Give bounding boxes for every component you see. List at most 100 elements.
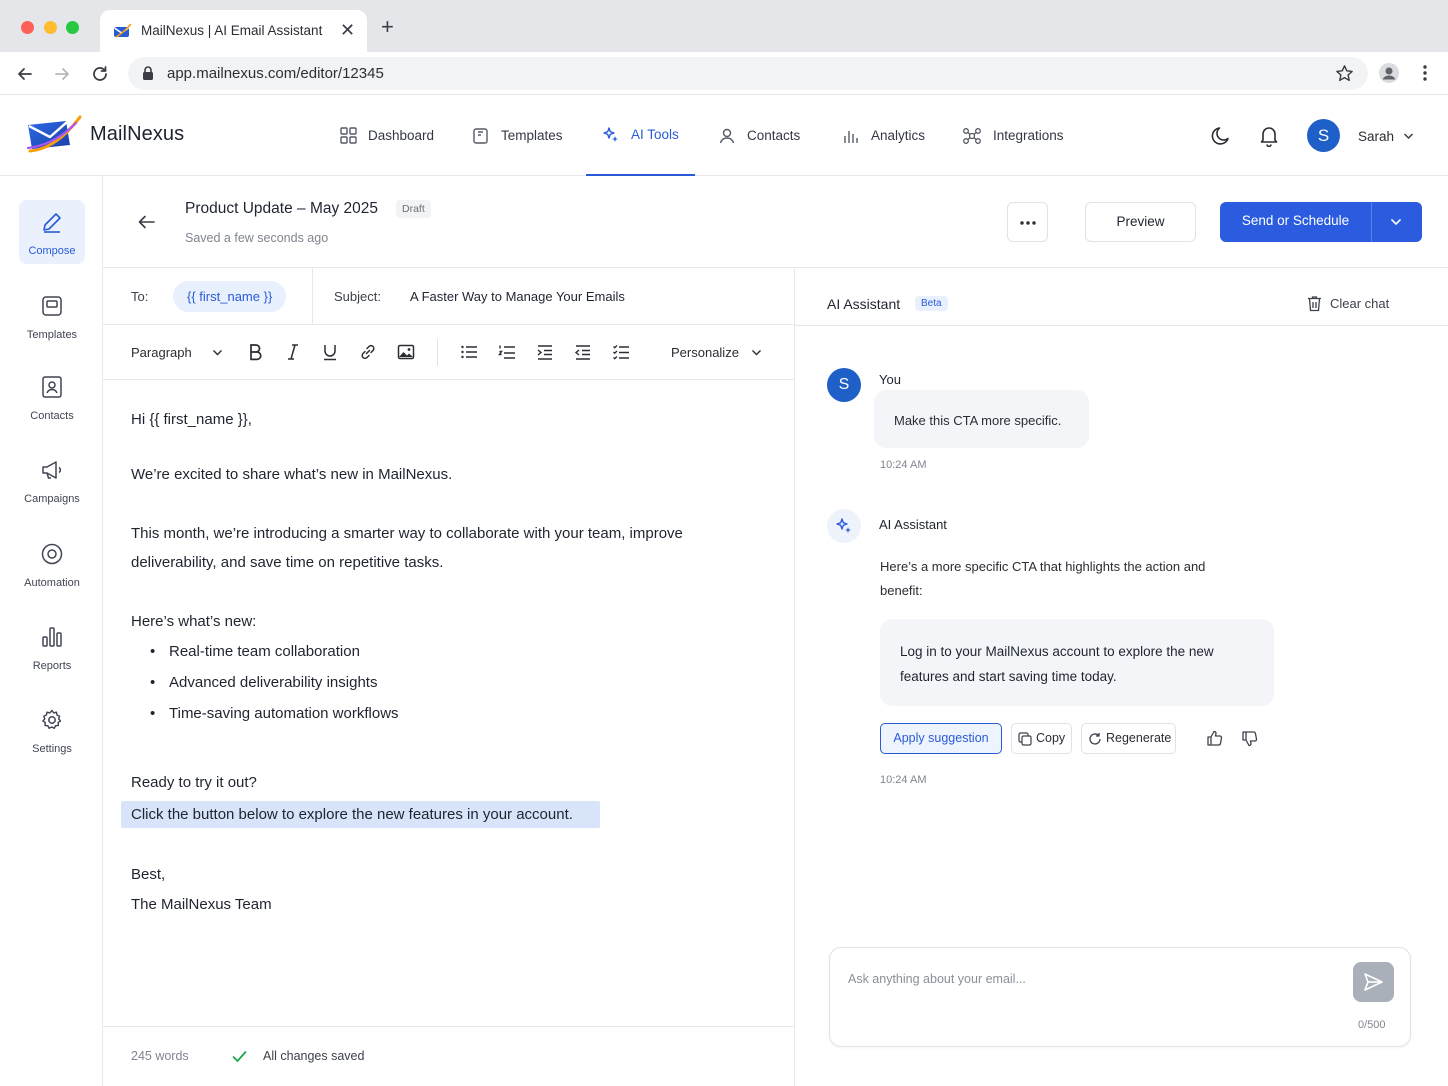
suggestion-card: Log in to your MailNexus account to expl… [880, 619, 1274, 706]
nav-integrations[interactable]: Integrations [962, 95, 1064, 176]
chevron-down-icon[interactable] [1403, 132, 1414, 140]
more-options-button[interactable] [1007, 202, 1048, 242]
list-item: Real-time team collaboration [150, 643, 360, 660]
list-item: Time-saving automation workflows [150, 705, 398, 722]
message-author: You [879, 372, 901, 387]
address-bar[interactable]: app.mailnexus.com/editor/12345 [128, 57, 1368, 90]
reload-icon[interactable] [90, 64, 110, 84]
sidebar-item-automation[interactable]: Automation [19, 532, 85, 596]
browser-menu-icon[interactable] [1417, 64, 1433, 82]
profile-icon[interactable] [1378, 62, 1400, 84]
send-or-schedule-button[interactable]: Send or Schedule [1220, 202, 1422, 242]
divider [795, 325, 1448, 326]
regenerate-button[interactable]: Regenerate [1081, 723, 1176, 754]
refresh-icon [1088, 732, 1102, 746]
back-arrow-icon[interactable] [15, 64, 35, 84]
clear-chat-button[interactable]: Clear chat [1330, 296, 1389, 311]
outdent-icon[interactable] [574, 343, 592, 361]
user-avatar: S [827, 368, 861, 402]
nav-label: Templates [501, 128, 563, 143]
chevron-down-icon[interactable] [751, 349, 762, 357]
browser-toolbar: app.mailnexus.com/editor/12345 [0, 52, 1448, 95]
preview-button[interactable]: Preview [1085, 202, 1196, 242]
brand-name: MailNexus [90, 123, 185, 145]
back-arrow-icon[interactable] [137, 213, 157, 231]
underline-icon[interactable] [322, 343, 338, 361]
user-message-bubble: Make this CTA more specific. [874, 390, 1089, 448]
nav-dashboard[interactable]: Dashboard [340, 95, 434, 176]
saved-status: Saved a few seconds ago [185, 231, 329, 245]
user-name[interactable]: Sarah [1358, 129, 1394, 144]
nav-contacts[interactable]: Contacts [718, 95, 800, 176]
url-text: app.mailnexus.com/editor/12345 [167, 65, 384, 82]
bold-icon[interactable] [247, 343, 263, 361]
sidebar-item-compose[interactable]: Compose [19, 200, 85, 264]
nav-ai-tools[interactable]: AI Tools [586, 95, 695, 176]
sidebar-item-templates[interactable]: Templates [19, 284, 85, 348]
copy-label: Copy [1036, 731, 1066, 745]
editor-footer: 245 words All changes saved [103, 1026, 794, 1086]
to-label: To: [131, 289, 149, 304]
apply-suggestion-button[interactable]: Apply suggestion [880, 723, 1002, 754]
bookmark-star-icon[interactable] [1335, 64, 1354, 83]
body-signature: The MailNexus Team [131, 896, 272, 913]
sidebar-item-contacts[interactable]: Contacts [19, 365, 85, 429]
selected-cta-text: Click the button below to explore the ne… [131, 806, 573, 823]
nav-label: Contacts [747, 128, 801, 143]
bullet-list-icon[interactable] [460, 343, 478, 361]
dark-mode-moon-icon[interactable] [1210, 125, 1232, 147]
sidebar-item-settings[interactable]: Settings [19, 698, 85, 762]
notification-bell-icon[interactable] [1258, 124, 1280, 147]
sidebar-item-label: Campaigns [24, 493, 80, 505]
thumbs-up-icon[interactable] [1206, 730, 1223, 747]
megaphone-icon [40, 458, 64, 482]
link-icon[interactable] [359, 343, 377, 361]
nav-analytics[interactable]: Analytics [842, 95, 925, 176]
body-paragraph: This month, we’re introducing a smarter … [131, 525, 683, 542]
new-tab-icon[interactable]: + [381, 16, 394, 38]
italic-icon[interactable] [285, 343, 301, 361]
ask-ai-input[interactable] [848, 972, 1328, 986]
toolbar-divider [437, 339, 438, 366]
image-icon[interactable] [397, 343, 415, 361]
user-avatar[interactable]: S [1307, 119, 1340, 152]
checklist-icon[interactable] [612, 343, 630, 361]
sidebar-item-label: Reports [32, 660, 72, 672]
personalize-dropdown[interactable]: Personalize [671, 345, 739, 360]
copy-button[interactable]: Copy [1011, 723, 1072, 754]
subject-input[interactable]: A Faster Way to Manage Your Emails [410, 289, 625, 304]
mailnexus-favicon-icon [113, 23, 132, 39]
sidebar-item-reports[interactable]: Reports [19, 615, 85, 679]
chevron-down-icon[interactable] [1390, 218, 1402, 226]
chevron-down-icon[interactable] [212, 349, 223, 357]
trash-icon[interactable] [1307, 295, 1322, 312]
send-message-button[interactable] [1353, 962, 1394, 1002]
mailnexus-logo-icon[interactable] [26, 115, 82, 153]
template-icon [472, 127, 490, 145]
subject-label: Subject: [334, 289, 381, 304]
body-signoff: Best, [131, 866, 166, 883]
window-maximize-button[interactable] [66, 21, 79, 34]
window-minimize-button[interactable] [44, 21, 57, 34]
contact-card-icon [40, 375, 64, 399]
gear-icon [40, 708, 64, 732]
sidebar-item-campaigns[interactable]: Campaigns [19, 448, 85, 512]
close-tab-icon[interactable]: ✕ [340, 21, 355, 39]
recipient-chip[interactable]: {{ first_name }} [173, 281, 287, 312]
body-paragraph: We’re excited to share what’s new in Mai… [131, 466, 453, 483]
browser-tab[interactable]: MailNexus | AI Email Assistant ✕ [100, 10, 367, 52]
copy-icon [1018, 732, 1032, 746]
forward-arrow-icon[interactable] [52, 64, 72, 84]
numbered-list-icon[interactable] [498, 343, 516, 361]
paragraph-style-select[interactable]: Paragraph [131, 345, 192, 360]
indent-icon[interactable] [536, 343, 554, 361]
email-title: Product Update – May 2025 [185, 200, 379, 217]
nav-label: Analytics [871, 128, 926, 143]
grid-icon [340, 127, 357, 144]
nav-templates[interactable]: Templates [472, 95, 563, 176]
ellipsis-icon [1019, 220, 1037, 226]
thumbs-down-icon[interactable] [1241, 730, 1258, 747]
window-close-button[interactable] [21, 21, 34, 34]
character-count: 0/500 [1358, 1019, 1386, 1031]
save-status: All changes saved [263, 1049, 365, 1063]
